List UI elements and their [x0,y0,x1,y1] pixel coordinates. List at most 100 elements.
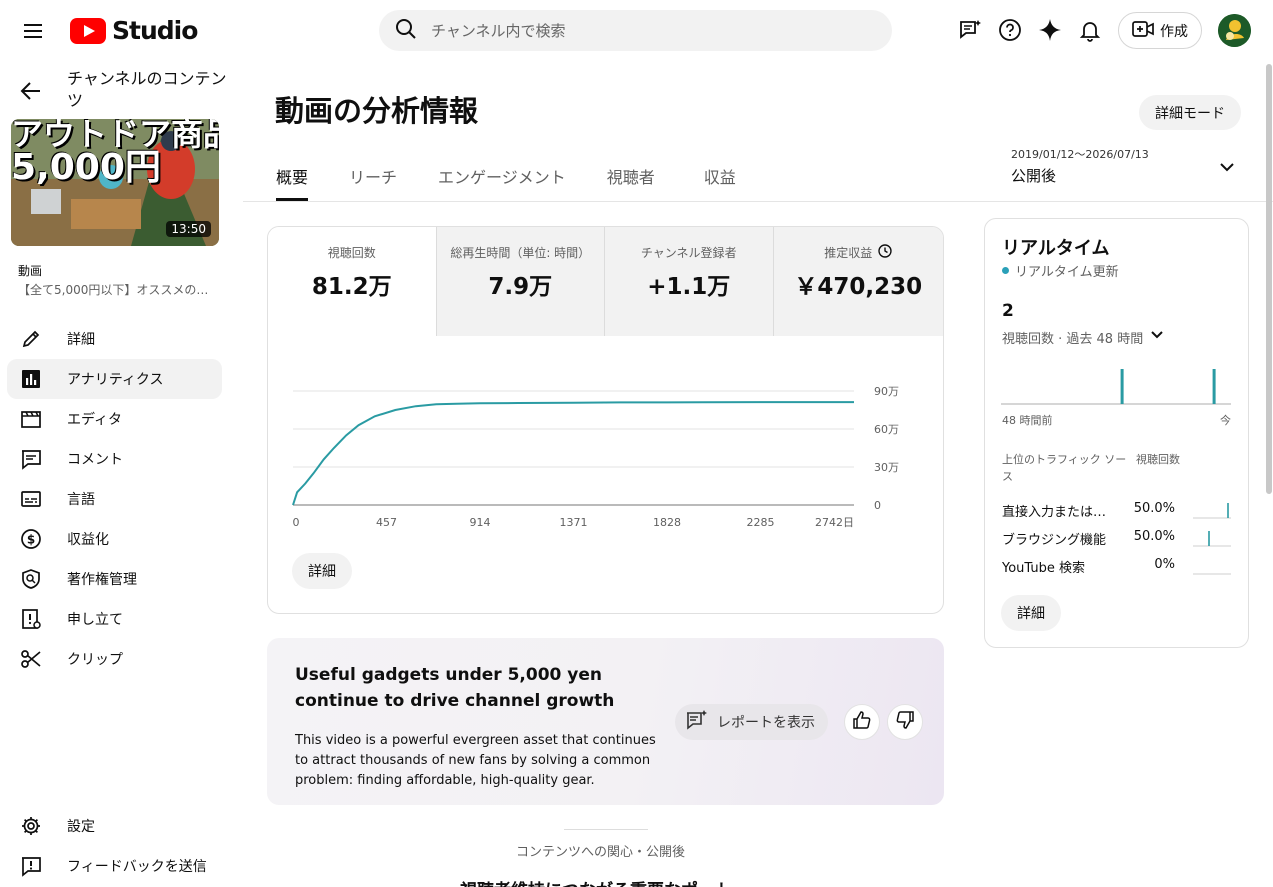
sidebar-item-label: 著作権管理 [67,572,137,588]
search-input[interactable] [431,21,851,40]
channel-content-title[interactable]: チャンネルのコンテンツ [67,68,227,112]
traffic-source-name: ブラウジング機能 [1002,533,1107,548]
realtime-axis-end: 今 [1220,414,1231,427]
x-tick-label: 2285 [747,516,775,529]
create-button[interactable]: 作成 [1118,12,1202,49]
dollar-icon: $ [19,527,43,551]
traffic-sparkline [1193,531,1231,547]
traffic-source-row: ブラウジング機能 50.0% [1002,527,1232,549]
thumbnail-text-line2: 5,000円 [11,147,161,188]
sidebar-item-editor[interactable]: エディタ [7,399,222,439]
sidebar-item-label: アナリティクス [67,372,164,388]
sidebar-item-label: 設定 [67,819,95,835]
sparkline-bar [1208,531,1210,546]
view-report-button[interactable]: レポートを表示 [675,704,828,740]
sidebar-item-label: エディタ [67,412,123,428]
overview-card: 視聴回数 81.2万 総再生時間（単位: 時間） 7.9万 チャンネル登録者 +… [267,226,944,614]
tab-overview[interactable]: 概要 [276,150,309,201]
realtime-status: リアルタイム更新 [1002,261,1119,280]
sidebar-item-clips[interactable]: クリップ [7,639,222,679]
metric-subscribers[interactable]: チャンネル登録者 +1.1万 [605,227,774,336]
avatar[interactable] [1218,14,1251,47]
realtime-bar [1212,369,1216,404]
metric-views[interactable]: 視聴回数 81.2万 [268,227,437,336]
search-bar[interactable] [379,10,892,51]
insight-body: This video is a powerful evergreen asset… [295,733,656,788]
sidebar-item-copyright[interactable]: 著作権管理 [7,559,222,599]
tab-engagement[interactable]: エンゲージメント [438,150,566,201]
menu-icon[interactable] [20,18,46,44]
realtime-bar [1120,369,1124,404]
sidebar-item-settings[interactable]: 設定 [7,806,222,846]
back-arrow-icon[interactable] [18,78,44,104]
sidebar-item-claims[interactable]: 申し立て [7,599,222,639]
top-bar: Studio 作成 [0,0,1273,62]
thumbs-down-icon [895,710,915,734]
youtube-studio-logo[interactable]: Studio [70,16,198,45]
sidebar-item-details[interactable]: 詳細 [7,319,222,359]
create-label: 作成 [1160,23,1188,40]
y-tick-label: 30万 [874,461,899,474]
pencil-icon [19,327,43,351]
x-tick-label: 0 [293,516,300,529]
realtime-bar-chart [1001,369,1231,405]
chart-detail-button[interactable]: 詳細 [292,553,352,589]
chevron-down-icon [1218,158,1236,180]
subtitles-icon [19,487,43,511]
analytics-tabs: 概要 リーチ エンゲージメント 視聴者 収益 [276,150,736,202]
logo-text: Studio [112,16,198,45]
sparkle-icon[interactable] [1036,16,1064,44]
x-tick-label: 1371 [560,516,588,529]
metric-revenue[interactable]: 推定収益 ￥470,230 [773,227,943,336]
realtime-sub-label: リアルタイム更新 [1015,265,1119,280]
sidebar-item-monetization[interactable]: $ 収益化 [7,519,222,559]
report-sparkle-icon [685,709,709,735]
tab-audience[interactable]: 視聴者 [607,150,655,201]
thumbs-down-button[interactable] [887,704,923,740]
sidebar-item-feedback[interactable]: フィードバックを送信 [7,846,222,886]
tab-reach[interactable]: リーチ [349,150,397,201]
realtime-detail-button[interactable]: 詳細 [1001,595,1061,631]
video-thumbnail[interactable]: アウトドア商品 5,000円 13:50 [11,119,219,246]
thumbs-up-button[interactable] [844,704,880,740]
clock-icon [878,244,892,261]
traffic-source-pct: 50.0% [1133,501,1175,516]
thumbs-up-icon [852,710,872,734]
bell-icon[interactable] [1076,16,1104,44]
section-label: コンテンツへの関心・公開後 [516,845,686,860]
editor-icon [19,407,43,431]
sidebar-item-analytics[interactable]: アナリティクス [7,359,222,399]
metric-value: ￥470,230 [794,274,923,300]
traffic-source-row: YouTube 検索 0% [1002,555,1232,577]
sidebar-item-languages[interactable]: 言語 [7,479,222,519]
insight-title: Useful gadgets under 5,000 yen continue … [295,665,615,711]
detail-mode-button[interactable]: 詳細モード [1139,95,1241,130]
sidebar-item-label: 申し立て [67,612,123,628]
sidebar-item-label: 詳細 [67,332,95,348]
feedback-icon [19,854,43,878]
metric-watch-time[interactable]: 総再生時間（単位: 時間） 7.9万 [436,227,605,336]
sidebar-item-label: クリップ [67,652,123,668]
metric-value: 81.2万 [311,274,392,300]
copyright-icon [19,567,43,591]
traffic-source-pct: 0% [1154,557,1175,572]
page-scrollbar[interactable] [1266,64,1272,494]
tab-revenue[interactable]: 収益 [704,150,736,201]
date-range-name: 公開後 [1011,167,1057,185]
help-icon[interactable] [996,16,1024,44]
metric-tabs: 視聴回数 81.2万 総再生時間（単位: 時間） 7.9万 チャンネル登録者 +… [268,227,943,336]
notes-sparkle-icon[interactable] [956,16,984,44]
date-range-picker[interactable]: 2019/01/12～2026/07/13 公開後 [1011,146,1236,186]
chevron-down-icon [1149,327,1165,347]
realtime-metric-dropdown[interactable]: 視聴回数 · 過去 48 時間 [1002,327,1165,347]
x-tick-label: 1828 [653,516,681,529]
x-tick-label: 457 [376,516,397,529]
page-title: 動画の分析情報 [275,94,479,128]
sidebar-item-label: 言語 [67,492,95,508]
analytics-icon [19,367,43,391]
x-tick-label: 2742日 [815,516,854,529]
sidebar-item-comments[interactable]: コメント [7,439,222,479]
video-label: 動画 [18,264,43,278]
sidebar-bottom: 設定 フィードバックを送信 [7,806,222,886]
views-line-chart: 0 30万 60万 90万 0 457 914 1371 1828 2285 2742日 [292,385,899,529]
